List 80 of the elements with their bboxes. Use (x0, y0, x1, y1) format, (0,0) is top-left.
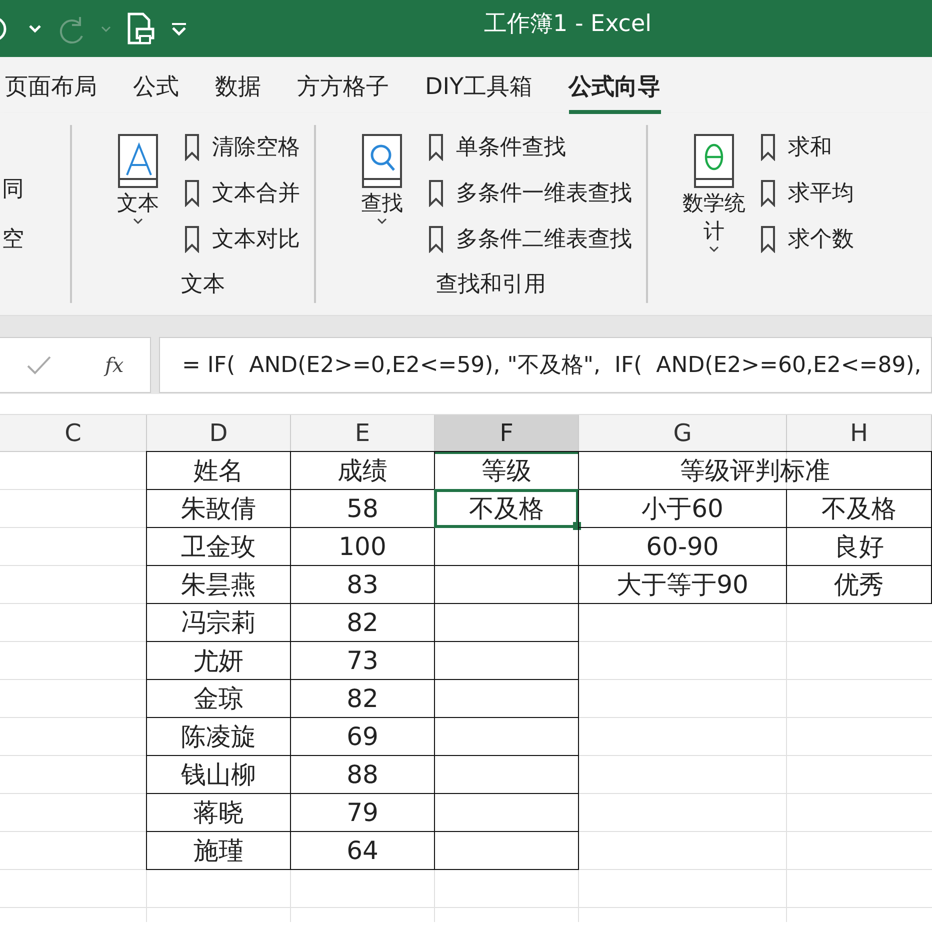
table-cell[interactable]: 施瑾 (146, 832, 291, 870)
table-cell[interactable]: 钱山柳 (146, 756, 291, 794)
formula-field[interactable]: = IF( AND(E2>=0,E2<=59), "不及格", IF( AND(E2>=60,E2<=89), (159, 337, 932, 393)
column-header[interactable]: F (435, 415, 579, 454)
ribbon-command[interactable]: 清除空格 (184, 129, 300, 165)
table-cell[interactable]: 69 (291, 718, 435, 756)
ribbon-command[interactable]: 文本合并 (184, 175, 300, 211)
bookmark-icon (428, 133, 444, 161)
search-book-icon (361, 133, 403, 189)
empty-cell[interactable] (435, 642, 579, 680)
ribbon-command[interactable]: 单条件查找 (428, 129, 632, 165)
empty-cell[interactable] (435, 718, 579, 756)
bookmark-icon (428, 225, 444, 253)
table-cell[interactable]: 成绩 (291, 451, 435, 490)
table-cell[interactable]: 60-90 (578, 528, 787, 566)
table-cell[interactable]: 朱敔倩 (146, 490, 291, 528)
table-cell[interactable]: 不及格 (434, 489, 579, 528)
bookmark-icon (428, 179, 444, 207)
bookmark-icon (760, 133, 776, 161)
table-cell[interactable]: 79 (291, 794, 435, 832)
table-cell[interactable]: 100 (291, 528, 435, 566)
ribbon-tab[interactable]: 公式 (133, 60, 179, 114)
table-cell[interactable]: 64 (291, 832, 435, 870)
table-cell[interactable]: 等级评判标准 (578, 451, 932, 490)
big-button[interactable]: 文本 (106, 125, 170, 269)
ribbon-command[interactable]: 求和 (760, 129, 854, 165)
empty-cell[interactable] (435, 756, 579, 794)
table-cell[interactable]: 金琼 (146, 680, 291, 718)
ribbon-command[interactable]: 空 (2, 221, 24, 257)
group-label: 文本 (181, 271, 225, 299)
theta-book-icon (693, 133, 735, 189)
checkmark-icon[interactable] (26, 354, 52, 376)
bookmark-icon (184, 133, 200, 161)
print-preview-icon[interactable] (126, 12, 156, 46)
table-cell[interactable]: 82 (291, 604, 435, 642)
empty-cell[interactable] (435, 604, 579, 642)
insert-function-button[interactable]: fx (104, 353, 124, 377)
table-cell[interactable]: 82 (291, 680, 435, 718)
ribbon-tab[interactable]: DIY工具箱 (425, 60, 533, 114)
table-cell[interactable]: 83 (291, 566, 435, 604)
table-cell[interactable]: 尤妍 (146, 642, 291, 680)
table-cell[interactable]: 蒋晓 (146, 794, 291, 832)
table-cell[interactable]: 良好 (787, 528, 932, 566)
table-cell[interactable]: 不及格 (787, 490, 932, 528)
caret-icon (708, 245, 720, 253)
group-label: 查找和引用 (436, 271, 546, 299)
table-cell[interactable]: 大于等于90 (578, 566, 787, 604)
table-cell[interactable]: 小于60 (578, 490, 787, 528)
table-cell[interactable]: 陈凌旋 (146, 718, 291, 756)
table-cell[interactable]: 88 (291, 756, 435, 794)
table-cell[interactable]: 冯宗莉 (146, 604, 291, 642)
bookmark-icon (760, 179, 776, 207)
ribbon-tab[interactable]: 方方格子 (297, 60, 389, 114)
bookmark-icon (184, 179, 200, 207)
empty-cell[interactable] (435, 832, 579, 870)
table-cell[interactable]: 73 (291, 642, 435, 680)
ribbon-command[interactable]: 文本对比 (184, 221, 300, 257)
bookmark-icon (184, 225, 200, 253)
table-cell[interactable]: 卫金玫 (146, 528, 291, 566)
ribbon-command[interactable]: 多条件二维表查找 (428, 221, 632, 257)
big-button[interactable]: 查找 (350, 125, 414, 269)
customize-icon[interactable] (170, 22, 188, 36)
ribbon-command[interactable]: 多条件一维表查找 (428, 175, 632, 211)
bookmark-icon (760, 225, 776, 253)
table-cell[interactable]: 姓名 (146, 451, 291, 490)
ribbon-tab[interactable]: 数据 (215, 60, 261, 114)
empty-cell[interactable] (435, 794, 579, 832)
ribbon-command[interactable]: 求个数 (760, 221, 854, 257)
table-cell[interactable]: 优秀 (787, 566, 932, 604)
window-title: 工作簿1 - Excel (484, 10, 652, 39)
letter-book-icon (117, 133, 159, 189)
empty-cell[interactable] (435, 680, 579, 718)
ribbon-tab[interactable]: 页面布局 (5, 60, 97, 114)
big-button[interactable]: 数学统计 (682, 125, 746, 303)
table-cell[interactable]: 朱昙燕 (146, 566, 291, 604)
caret-icon (376, 217, 388, 225)
ribbon-command[interactable]: 求平均 (760, 175, 854, 211)
caret-icon (132, 217, 144, 225)
ribbon-command[interactable]: 同 (2, 171, 24, 207)
table-cell[interactable]: 58 (291, 490, 435, 528)
